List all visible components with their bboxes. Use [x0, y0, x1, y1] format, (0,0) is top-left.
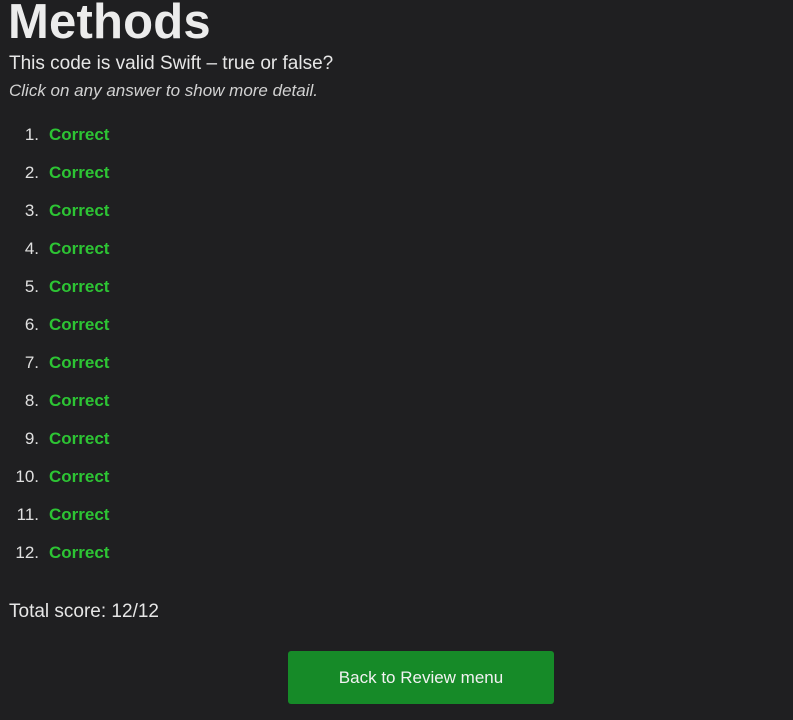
- answer-item-6[interactable]: 6. Correct: [0, 314, 400, 352]
- answer-item-3[interactable]: 3. Correct: [0, 200, 400, 238]
- answer-number: 5.: [24, 277, 39, 296]
- answer-verdict[interactable]: Correct: [49, 314, 109, 336]
- answer-number: 1.: [24, 125, 39, 144]
- answer-item-8[interactable]: 8. Correct: [0, 390, 400, 428]
- answer-verdict[interactable]: Correct: [49, 542, 109, 564]
- answer-number: 7.: [24, 353, 39, 372]
- answer-item-2[interactable]: 2. Correct: [0, 162, 400, 200]
- question-text: This code is valid Swift – true or false…: [9, 53, 334, 74]
- answer-item-4[interactable]: 4. Correct: [0, 238, 400, 276]
- answer-number: 4.: [24, 239, 39, 258]
- back-to-review-menu-button[interactable]: Back to Review menu: [288, 651, 554, 704]
- answer-verdict[interactable]: Correct: [49, 504, 109, 526]
- answer-verdict[interactable]: Correct: [49, 466, 109, 488]
- answer-verdict[interactable]: Correct: [49, 200, 109, 222]
- answer-number: 9.: [24, 429, 39, 448]
- total-score: Total score: 12/12: [9, 601, 159, 622]
- answer-item-7[interactable]: 7. Correct: [0, 352, 400, 390]
- answer-number: 12.: [15, 543, 39, 562]
- answer-item-5[interactable]: 5. Correct: [0, 276, 400, 314]
- answer-item-9[interactable]: 9. Correct: [0, 428, 400, 466]
- hint-text: Click on any answer to show more detail.: [9, 81, 318, 100]
- answer-verdict[interactable]: Correct: [49, 124, 109, 146]
- answer-number: 3.: [24, 201, 39, 220]
- answer-verdict[interactable]: Correct: [49, 276, 109, 298]
- answer-verdict[interactable]: Correct: [49, 428, 109, 450]
- answer-verdict[interactable]: Correct: [49, 162, 109, 184]
- answer-item-11[interactable]: 11. Correct: [0, 504, 400, 542]
- answer-verdict[interactable]: Correct: [49, 238, 109, 260]
- answer-number: 2.: [24, 163, 39, 182]
- answer-number: 6.: [24, 315, 39, 334]
- answer-verdict[interactable]: Correct: [49, 352, 109, 374]
- answer-item-1[interactable]: 1. Correct: [0, 124, 400, 162]
- answer-item-12[interactable]: 12. Correct: [0, 542, 400, 580]
- answer-number: 11.: [16, 505, 39, 524]
- answer-verdict[interactable]: Correct: [49, 390, 109, 412]
- answer-item-10[interactable]: 10. Correct: [0, 466, 400, 504]
- answer-number: 10.: [15, 467, 39, 486]
- page-title: Methods: [8, 0, 211, 49]
- answer-number: 8.: [24, 391, 39, 410]
- answer-list: 1. Correct 2. Correct 3. Correct 4. Corr…: [0, 124, 400, 580]
